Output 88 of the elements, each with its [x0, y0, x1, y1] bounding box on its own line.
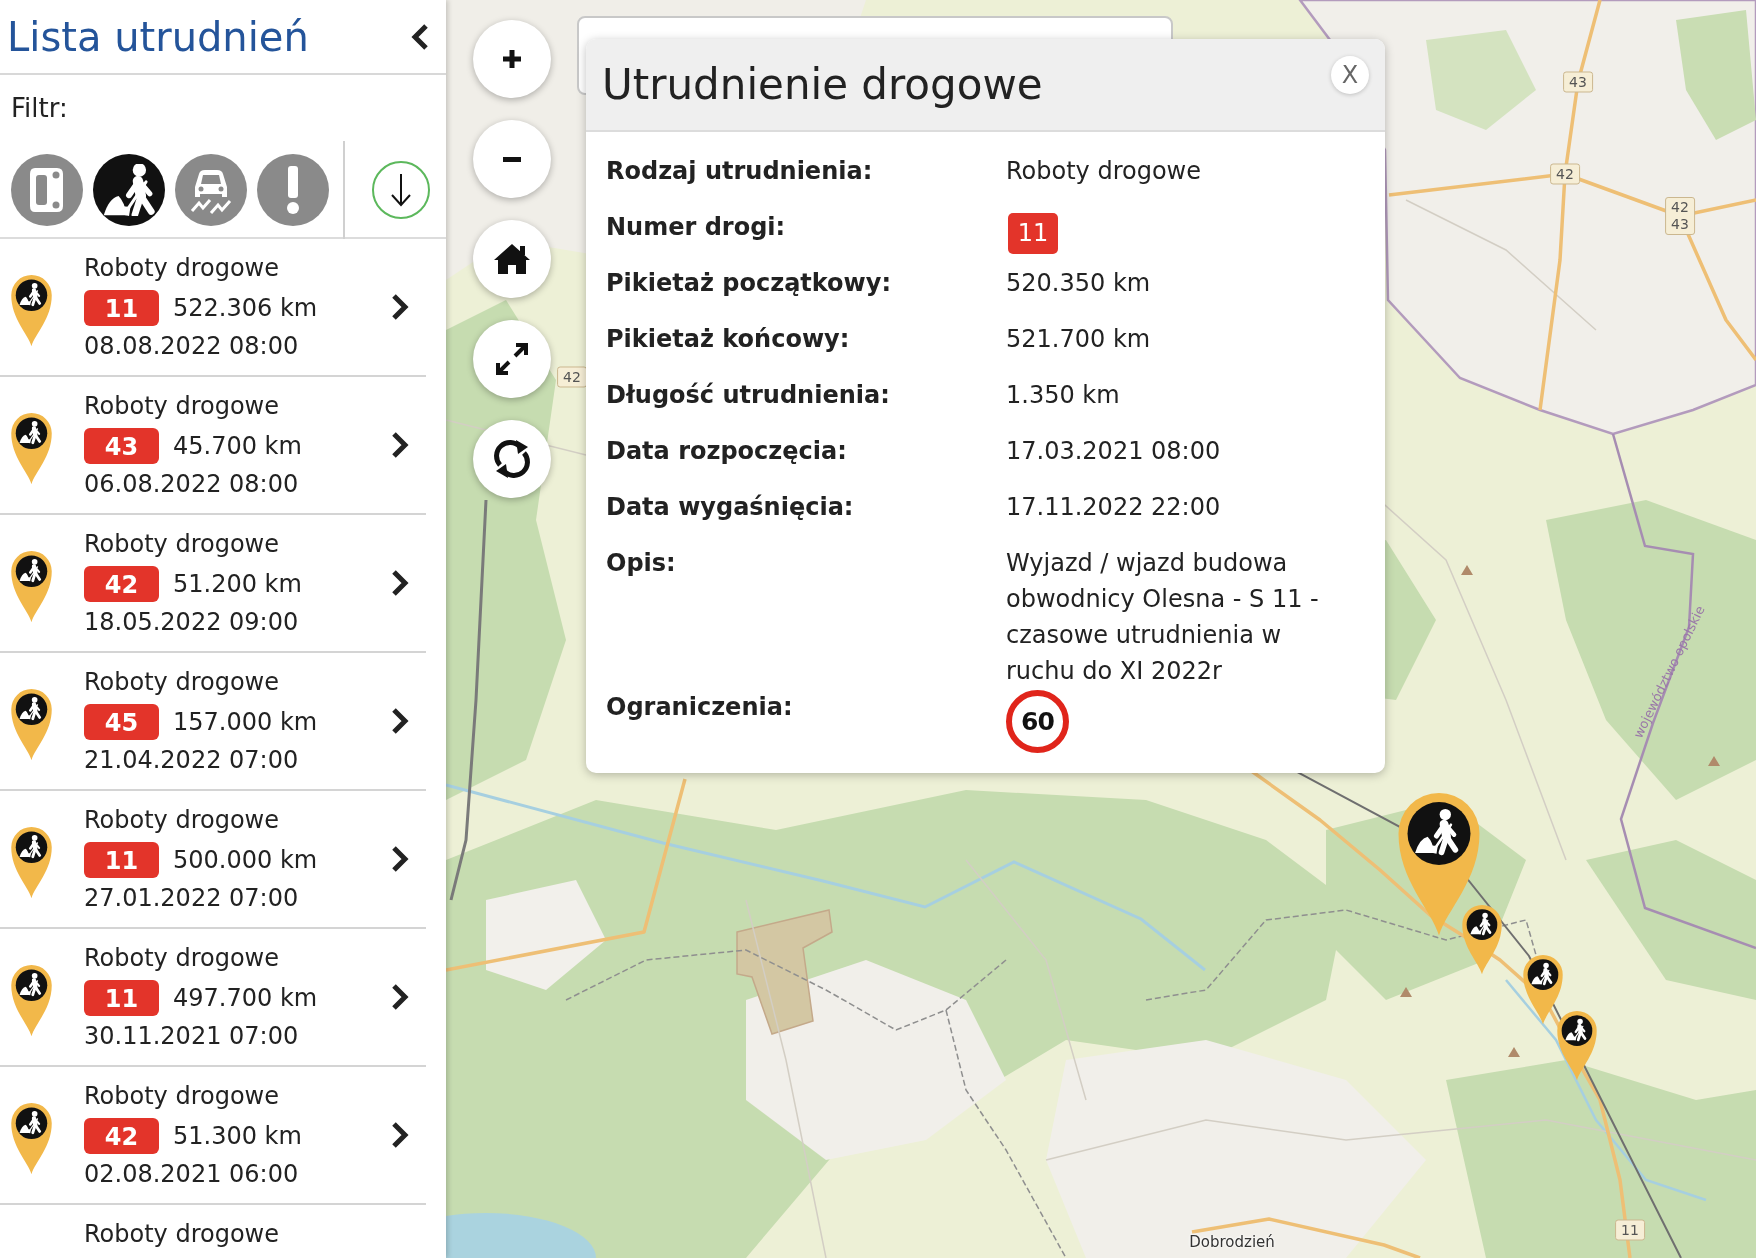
- worker-pin-icon[interactable]: [1521, 952, 1565, 1025]
- worker-pin-icon[interactable]: [1555, 1008, 1599, 1081]
- place-label: Dobrodzień: [1189, 1233, 1275, 1251]
- road-number-badge: 45: [84, 704, 159, 740]
- date-text: 21.04.2022 07:00: [84, 745, 300, 776]
- field-label: Rodzaj utrudnienia:: [606, 156, 874, 187]
- road-number-badge: 11: [84, 842, 159, 878]
- date-text: 18.05.2022 09:00: [84, 607, 300, 638]
- road-number-badge: 11: [1008, 213, 1058, 254]
- worker-pin-icon: [9, 548, 54, 623]
- field-value: Wyjazd / wjazd budowa obwodnicy Olesna - S 11 - czasowe utrudnienia w ruchu do XI 2022r: [1006, 548, 1320, 687]
- home-icon: [493, 243, 531, 275]
- road-number-badge: 43: [84, 428, 159, 464]
- worker-icon: [102, 164, 156, 216]
- date-text: 27.01.2022 07:00: [84, 883, 300, 914]
- download-button[interactable]: [372, 161, 430, 219]
- peak-icon: [1400, 987, 1412, 997]
- road-number-sign: 42: [1550, 163, 1580, 185]
- road-number-sign: 42: [557, 366, 587, 388]
- chevron-right-icon[interactable]: [391, 1121, 409, 1149]
- item-title: Roboty drogowe: [84, 529, 280, 560]
- distance-text: 157.000 km: [173, 707, 318, 738]
- sidebar-title: Lista utrudnień: [7, 12, 309, 61]
- plus-icon: [503, 50, 521, 68]
- field-label: Opis:: [606, 548, 677, 579]
- worker-pin-icon: [9, 1100, 54, 1175]
- field-label: Numer drogi:: [606, 212, 787, 243]
- chevron-left-icon[interactable]: [411, 22, 429, 51]
- date-text: 02.08.2021 06:00: [84, 1159, 300, 1190]
- refresh-icon: [492, 439, 532, 479]
- item-title: Roboty drogowe: [84, 1219, 279, 1250]
- distance-text: 51.300 km: [173, 1121, 302, 1152]
- item-title: Roboty drogowe: [84, 391, 280, 422]
- chevron-right-icon[interactable]: [391, 845, 409, 873]
- field-label: Pikietaż początkowy:: [606, 268, 893, 299]
- date-text: 06.08.2022 08:00: [84, 469, 300, 500]
- item-title: Roboty drogowe: [84, 805, 280, 836]
- field-value: 17.11.2022 22:00: [1006, 492, 1222, 523]
- item-title: Roboty drogowe: [84, 667, 280, 698]
- field-label: Pikietaż końcowy:: [606, 324, 851, 355]
- worker-pin-icon: [9, 686, 54, 761]
- minus-icon: [503, 156, 521, 162]
- field-value: Roboty drogowe: [1006, 156, 1202, 187]
- worker-pin-icon: [9, 962, 54, 1037]
- road-number-badge: 42: [84, 1118, 159, 1154]
- arrow-down-icon: [390, 173, 412, 207]
- field-value: 520.350 km: [1006, 268, 1152, 299]
- distance-text: 45.700 km: [173, 431, 302, 462]
- peak-icon: [1508, 1047, 1520, 1057]
- road-number-sign: 43: [1563, 71, 1593, 93]
- distance-text: 51.200 km: [173, 569, 302, 600]
- chevron-right-icon[interactable]: [391, 431, 409, 459]
- item-title: Roboty drogowe: [84, 253, 280, 284]
- peak-icon: [1461, 565, 1473, 575]
- chevron-right-icon[interactable]: [391, 293, 409, 321]
- field-value: 17.03.2021 08:00: [1006, 436, 1222, 467]
- peak-icon: [1708, 756, 1720, 766]
- field-value: 1.350 km: [1006, 380, 1121, 411]
- item-title: Roboty drogowe: [84, 1081, 280, 1112]
- popup-title: Utrudnienie drogowe: [602, 59, 1043, 110]
- item-title: Roboty drogowe: [84, 943, 280, 974]
- distance-text: 497.700 km: [173, 983, 318, 1014]
- worker-pin-icon: [9, 410, 54, 485]
- road-number-sign: 42 43: [1665, 197, 1695, 235]
- road-number-badge: 11: [84, 980, 159, 1016]
- expand-icon: [495, 342, 529, 376]
- road-number-badge: 11: [84, 290, 159, 326]
- close-button[interactable]: X: [1331, 56, 1369, 94]
- distance-text: 522.306 km: [173, 293, 318, 324]
- worker-pin-icon: [9, 272, 54, 347]
- date-text: 30.11.2021 07:00: [84, 1021, 300, 1052]
- distance-text: 500.000 km: [173, 845, 318, 876]
- worker-pin-icon: [9, 824, 54, 899]
- worker-pin-icon[interactable]: [1460, 902, 1504, 975]
- chevron-right-icon[interactable]: [391, 569, 409, 597]
- field-label: Data wygaśnięcia:: [606, 492, 855, 523]
- speed-limit-sign: 60: [1006, 690, 1069, 753]
- date-text: 08.08.2022 08:00: [84, 331, 300, 362]
- field-label: Ograniczenia:: [606, 692, 794, 723]
- field-label: Data rozpoczęcia:: [606, 436, 848, 467]
- exclamation-icon: [286, 166, 300, 214]
- chevron-right-icon[interactable]: [391, 983, 409, 1011]
- chevron-right-icon[interactable]: [391, 707, 409, 735]
- field-value: 521.700 km: [1006, 324, 1152, 355]
- road-number-sign: 11: [1615, 1219, 1645, 1241]
- road-number-badge: 42: [84, 566, 159, 602]
- filter-label: Filtr:: [11, 92, 69, 124]
- field-label: Długość utrudnienia:: [606, 380, 891, 411]
